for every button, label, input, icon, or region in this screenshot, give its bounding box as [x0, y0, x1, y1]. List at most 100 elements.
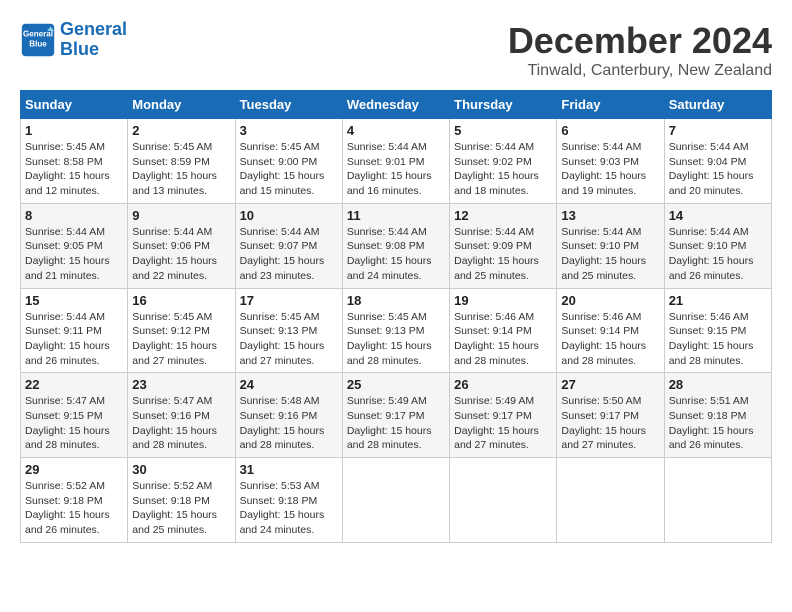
day-number: 9 [132, 208, 230, 223]
calendar-header: SundayMondayTuesdayWednesdayThursdayFrid… [21, 91, 772, 119]
day-cell: 5 Sunrise: 5:44 AM Sunset: 9:02 PM Daylig… [450, 119, 557, 204]
day-cell: 17 Sunrise: 5:45 AM Sunset: 9:13 PM Dayli… [235, 288, 342, 373]
day-cell: 24 Sunrise: 5:48 AM Sunset: 9:16 PM Dayli… [235, 373, 342, 458]
day-cell: 1 Sunrise: 5:45 AM Sunset: 8:58 PM Daylig… [21, 119, 128, 204]
day-cell: 4Sunrise: 5:44 AM Sunset: 9:01 PM Daylig… [342, 119, 449, 204]
logo-icon: General Blue [20, 22, 56, 58]
day-cell: 2 Sunrise: 5:45 AM Sunset: 8:59 PM Daylig… [128, 119, 235, 204]
day-number: 2 [132, 123, 230, 138]
day-number: 11 [347, 208, 445, 223]
day-cell [342, 458, 449, 543]
logo: General Blue General Blue [20, 20, 127, 60]
day-number: 27 [561, 377, 659, 392]
week-row-3: 15Sunrise: 5:44 AM Sunset: 9:11 PM Dayli… [21, 288, 772, 373]
day-cell: 20Sunrise: 5:46 AM Sunset: 9:14 PM Dayli… [557, 288, 664, 373]
day-info: Sunrise: 5:48 AM Sunset: 9:16 PM Dayligh… [240, 394, 338, 453]
day-info: Sunrise: 5:45 AM Sunset: 8:59 PM Dayligh… [132, 140, 230, 199]
week-row-4: 22 Sunrise: 5:47 AM Sunset: 9:15 PM Dayli… [21, 373, 772, 458]
month-title: December 2024 [508, 20, 772, 62]
day-info: Sunrise: 5:44 AM Sunset: 9:11 PM Dayligh… [25, 310, 123, 369]
day-info: Sunrise: 5:52 AM Sunset: 9:18 PM Dayligh… [132, 479, 230, 538]
day-info: Sunrise: 5:44 AM Sunset: 9:10 PM Dayligh… [561, 225, 659, 284]
day-info: Sunrise: 5:46 AM Sunset: 9:14 PM Dayligh… [454, 310, 552, 369]
day-cell: 9 Sunrise: 5:44 AM Sunset: 9:06 PM Daylig… [128, 203, 235, 288]
day-cell: 22 Sunrise: 5:47 AM Sunset: 9:15 PM Dayli… [21, 373, 128, 458]
header-tuesday: Tuesday [235, 91, 342, 119]
day-info: Sunrise: 5:47 AM Sunset: 9:15 PM Dayligh… [25, 394, 123, 453]
day-cell: 16Sunrise: 5:45 AM Sunset: 9:12 PM Dayli… [128, 288, 235, 373]
day-cell: 12 Sunrise: 5:44 AM Sunset: 9:09 PM Dayli… [450, 203, 557, 288]
header-thursday: Thursday [450, 91, 557, 119]
day-number: 10 [240, 208, 338, 223]
day-info: Sunrise: 5:45 AM Sunset: 8:58 PM Dayligh… [25, 140, 123, 199]
day-cell: 3 Sunrise: 5:45 AM Sunset: 9:00 PM Daylig… [235, 119, 342, 204]
day-number: 22 [25, 377, 123, 392]
day-info: Sunrise: 5:44 AM Sunset: 9:02 PM Dayligh… [454, 140, 552, 199]
logo-blue: Blue [60, 40, 127, 60]
day-info: Sunrise: 5:44 AM Sunset: 9:09 PM Dayligh… [454, 225, 552, 284]
day-cell: 13 Sunrise: 5:44 AM Sunset: 9:10 PM Dayli… [557, 203, 664, 288]
day-cell: 11Sunrise: 5:44 AM Sunset: 9:08 PM Dayli… [342, 203, 449, 288]
day-number: 21 [669, 293, 767, 308]
day-number: 31 [240, 462, 338, 477]
day-number: 3 [240, 123, 338, 138]
day-cell: 6 Sunrise: 5:44 AM Sunset: 9:03 PM Daylig… [557, 119, 664, 204]
week-row-2: 8 Sunrise: 5:44 AM Sunset: 9:05 PM Daylig… [21, 203, 772, 288]
location-title: Tinwald, Canterbury, New Zealand [508, 62, 772, 80]
week-row-5: 29Sunrise: 5:52 AM Sunset: 9:18 PM Dayli… [21, 458, 772, 543]
day-number: 12 [454, 208, 552, 223]
day-cell: 23 Sunrise: 5:47 AM Sunset: 9:16 PM Dayli… [128, 373, 235, 458]
day-info: Sunrise: 5:50 AM Sunset: 9:17 PM Dayligh… [561, 394, 659, 453]
day-info: Sunrise: 5:47 AM Sunset: 9:16 PM Dayligh… [132, 394, 230, 453]
day-info: Sunrise: 5:46 AM Sunset: 9:15 PM Dayligh… [669, 310, 767, 369]
header-wednesday: Wednesday [342, 91, 449, 119]
day-number: 24 [240, 377, 338, 392]
day-number: 13 [561, 208, 659, 223]
calendar-table: SundayMondayTuesdayWednesdayThursdayFrid… [20, 90, 772, 543]
day-number: 19 [454, 293, 552, 308]
header-saturday: Saturday [664, 91, 771, 119]
day-number: 23 [132, 377, 230, 392]
day-number: 8 [25, 208, 123, 223]
day-number: 30 [132, 462, 230, 477]
day-cell: 31Sunrise: 5:53 AM Sunset: 9:18 PM Dayli… [235, 458, 342, 543]
day-cell: 19 Sunrise: 5:46 AM Sunset: 9:14 PM Dayli… [450, 288, 557, 373]
day-cell [664, 458, 771, 543]
week-row-1: 1 Sunrise: 5:45 AM Sunset: 8:58 PM Daylig… [21, 119, 772, 204]
day-number: 20 [561, 293, 659, 308]
day-info: Sunrise: 5:44 AM Sunset: 9:06 PM Dayligh… [132, 225, 230, 284]
day-number: 7 [669, 123, 767, 138]
calendar-body: 1 Sunrise: 5:45 AM Sunset: 8:58 PM Daylig… [21, 119, 772, 543]
day-cell: 14Sunrise: 5:44 AM Sunset: 9:10 PM Dayli… [664, 203, 771, 288]
day-cell: 25Sunrise: 5:49 AM Sunset: 9:17 PM Dayli… [342, 373, 449, 458]
day-info: Sunrise: 5:45 AM Sunset: 9:13 PM Dayligh… [240, 310, 338, 369]
day-cell: 21 Sunrise: 5:46 AM Sunset: 9:15 PM Dayli… [664, 288, 771, 373]
day-number: 5 [454, 123, 552, 138]
svg-text:Blue: Blue [29, 39, 47, 48]
day-number: 17 [240, 293, 338, 308]
day-info: Sunrise: 5:44 AM Sunset: 9:01 PM Dayligh… [347, 140, 445, 199]
header-friday: Friday [557, 91, 664, 119]
day-info: Sunrise: 5:44 AM Sunset: 9:04 PM Dayligh… [669, 140, 767, 199]
day-info: Sunrise: 5:44 AM Sunset: 9:05 PM Dayligh… [25, 225, 123, 284]
day-cell: 26 Sunrise: 5:49 AM Sunset: 9:17 PM Dayli… [450, 373, 557, 458]
day-info: Sunrise: 5:49 AM Sunset: 9:17 PM Dayligh… [454, 394, 552, 453]
day-info: Sunrise: 5:44 AM Sunset: 9:03 PM Dayligh… [561, 140, 659, 199]
day-number: 16 [132, 293, 230, 308]
header-sunday: Sunday [21, 91, 128, 119]
day-number: 1 [25, 123, 123, 138]
day-info: Sunrise: 5:51 AM Sunset: 9:18 PM Dayligh… [669, 394, 767, 453]
day-cell: 27 Sunrise: 5:50 AM Sunset: 9:17 PM Dayli… [557, 373, 664, 458]
day-cell: 29Sunrise: 5:52 AM Sunset: 9:18 PM Dayli… [21, 458, 128, 543]
day-number: 18 [347, 293, 445, 308]
day-cell: 15Sunrise: 5:44 AM Sunset: 9:11 PM Dayli… [21, 288, 128, 373]
day-info: Sunrise: 5:45 AM Sunset: 9:00 PM Dayligh… [240, 140, 338, 199]
day-info: Sunrise: 5:52 AM Sunset: 9:18 PM Dayligh… [25, 479, 123, 538]
day-number: 6 [561, 123, 659, 138]
day-cell: 30 Sunrise: 5:52 AM Sunset: 9:18 PM Dayli… [128, 458, 235, 543]
header-monday: Monday [128, 91, 235, 119]
day-cell: 18Sunrise: 5:45 AM Sunset: 9:13 PM Dayli… [342, 288, 449, 373]
day-info: Sunrise: 5:44 AM Sunset: 9:10 PM Dayligh… [669, 225, 767, 284]
day-cell: 10Sunrise: 5:44 AM Sunset: 9:07 PM Dayli… [235, 203, 342, 288]
day-number: 26 [454, 377, 552, 392]
